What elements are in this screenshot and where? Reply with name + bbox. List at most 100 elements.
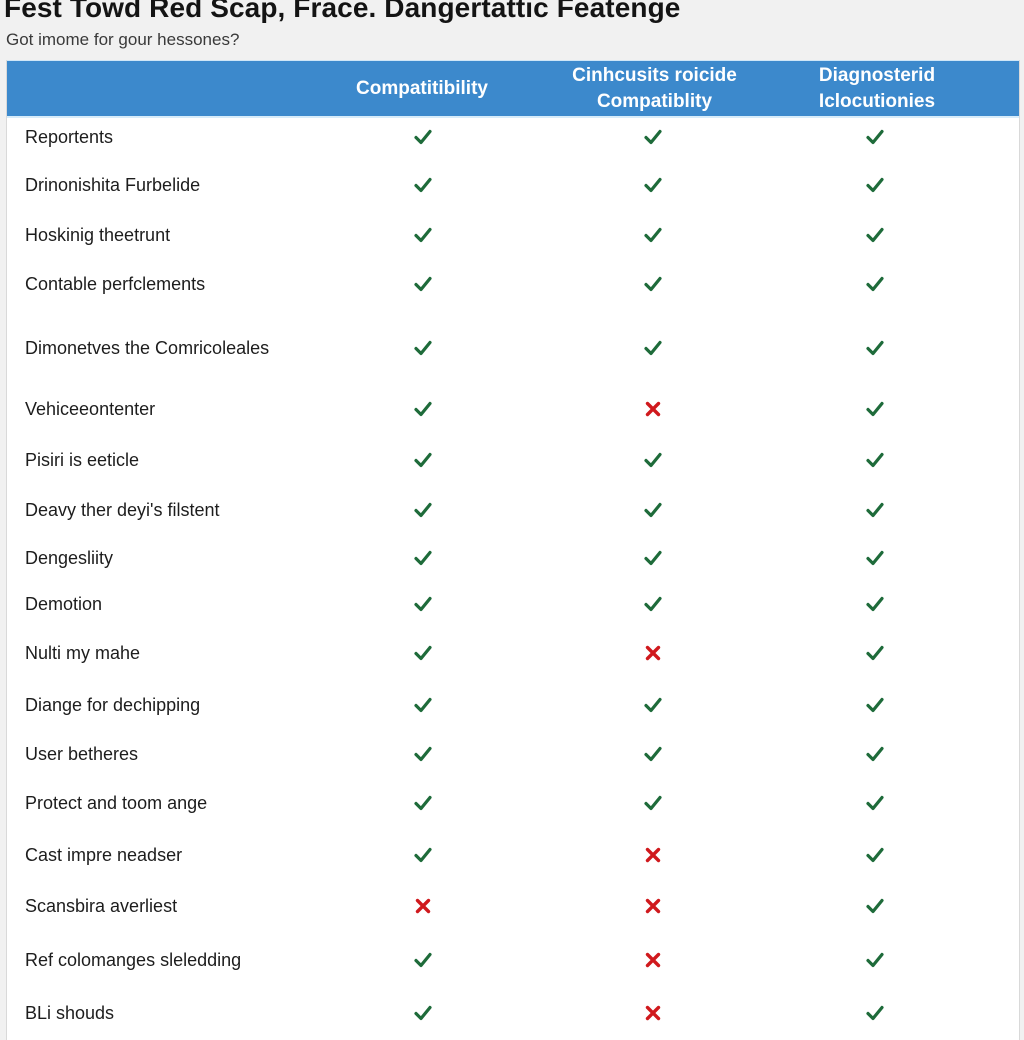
status-cell: [403, 628, 443, 678]
check-icon: [643, 127, 663, 147]
status-cell: [633, 679, 673, 731]
column-header-line: Diagnosterid: [818, 64, 936, 86]
column-header-diagnostics[interactable]: Diagnosterid Iclocutionies: [777, 61, 977, 116]
table-row: User betheres: [7, 730, 1019, 778]
check-icon: [865, 845, 885, 865]
check-icon: [865, 1003, 885, 1023]
status-cell: [855, 628, 895, 678]
row-label: BLi shouds: [25, 1003, 115, 1023]
table-row: Scansbira averliest: [7, 881, 1019, 931]
check-icon: [865, 896, 885, 916]
row-label: Reportents: [25, 127, 114, 147]
row-label: Protect and toom ange: [25, 793, 208, 813]
check-icon: [413, 175, 433, 195]
status-cell: [855, 384, 895, 434]
status-cell: [633, 932, 673, 988]
status-cell: [855, 829, 895, 881]
status-cell: [633, 259, 673, 309]
check-icon: [865, 548, 885, 568]
table-header: Compatitibility Cinhcusits roicide Compa…: [7, 60, 1019, 118]
status-cell: [855, 679, 895, 731]
status-cell: [403, 829, 443, 881]
check-icon: [865, 338, 885, 358]
check-icon: [643, 274, 663, 294]
check-icon: [413, 500, 433, 520]
column-header-line: Compatiblity: [596, 90, 713, 112]
check-icon: [413, 274, 433, 294]
table-row: Ref colomanges sleledding: [7, 932, 1019, 988]
column-header-line: Compatitibility: [356, 77, 488, 99]
status-cell: [633, 160, 673, 210]
table-row: Pisiri is eeticle: [7, 435, 1019, 485]
status-cell: [633, 309, 673, 387]
row-label: Pisiri is eeticle: [25, 450, 140, 470]
status-cell: [633, 113, 673, 161]
table-row: Cast impre neadser: [7, 829, 1019, 881]
check-icon: [413, 643, 433, 663]
status-cell: [855, 988, 895, 1038]
column-header-cinhcusits-compatibility[interactable]: Cinhcusits roicide Compatiblity: [547, 61, 762, 116]
status-cell: [855, 259, 895, 309]
status-cell: [855, 881, 895, 931]
status-cell: [633, 881, 673, 931]
check-icon: [413, 1003, 433, 1023]
status-cell: [403, 309, 443, 387]
status-cell: [855, 210, 895, 260]
cross-icon: [413, 896, 433, 916]
status-cell: [855, 535, 895, 581]
cross-icon: [643, 399, 663, 419]
status-cell: [855, 932, 895, 988]
row-label: Cast impre neadser: [25, 845, 183, 865]
table-row: Nulti my mahe: [7, 628, 1019, 678]
page-title: Fest Towd Red Scap, Frace. Dangertattic …: [4, 0, 681, 23]
table-row: Dimonetves the Comricoleales: [7, 309, 1019, 387]
row-label: Diange for dechipping: [25, 695, 201, 715]
status-cell: [633, 210, 673, 260]
check-icon: [643, 548, 663, 568]
table-row: Reportents: [7, 113, 1019, 161]
column-header-line: Iclocutionies: [818, 90, 936, 112]
row-label: Dengesliity: [25, 548, 114, 568]
status-cell: [633, 485, 673, 535]
status-cell: [633, 829, 673, 881]
row-label: Demotion: [25, 594, 103, 614]
check-icon: [413, 744, 433, 764]
check-icon: [413, 399, 433, 419]
row-label: Hoskinig theetrunt: [25, 225, 171, 245]
table-row: Demotion: [7, 581, 1019, 627]
check-icon: [413, 338, 433, 358]
status-cell: [633, 581, 673, 627]
status-cell: [403, 113, 443, 161]
cross-icon: [643, 896, 663, 916]
check-icon: [643, 793, 663, 813]
status-cell: [403, 384, 443, 434]
check-icon: [413, 594, 433, 614]
column-header-compatibility[interactable]: Compatitibility: [322, 61, 522, 116]
check-icon: [865, 695, 885, 715]
status-cell: [855, 309, 895, 387]
status-cell: [855, 581, 895, 627]
check-icon: [865, 793, 885, 813]
check-icon: [643, 594, 663, 614]
check-icon: [643, 695, 663, 715]
check-icon: [413, 695, 433, 715]
table-row: Diange for dechipping: [7, 679, 1019, 731]
status-cell: [855, 778, 895, 828]
check-icon: [413, 548, 433, 568]
status-cell: [403, 535, 443, 581]
status-cell: [633, 778, 673, 828]
check-icon: [413, 450, 433, 470]
check-icon: [865, 225, 885, 245]
check-icon: [643, 744, 663, 764]
table-row: BLi shouds: [7, 988, 1019, 1038]
status-cell: [633, 535, 673, 581]
status-cell: [403, 679, 443, 731]
check-icon: [643, 225, 663, 245]
table-row: Vehiceeontenter: [7, 384, 1019, 434]
status-cell: [633, 988, 673, 1038]
status-cell: [403, 259, 443, 309]
status-cell: [403, 778, 443, 828]
row-label: User betheres: [25, 744, 139, 764]
table-row: Hoskinig theetrunt: [7, 210, 1019, 260]
status-cell: [403, 435, 443, 485]
